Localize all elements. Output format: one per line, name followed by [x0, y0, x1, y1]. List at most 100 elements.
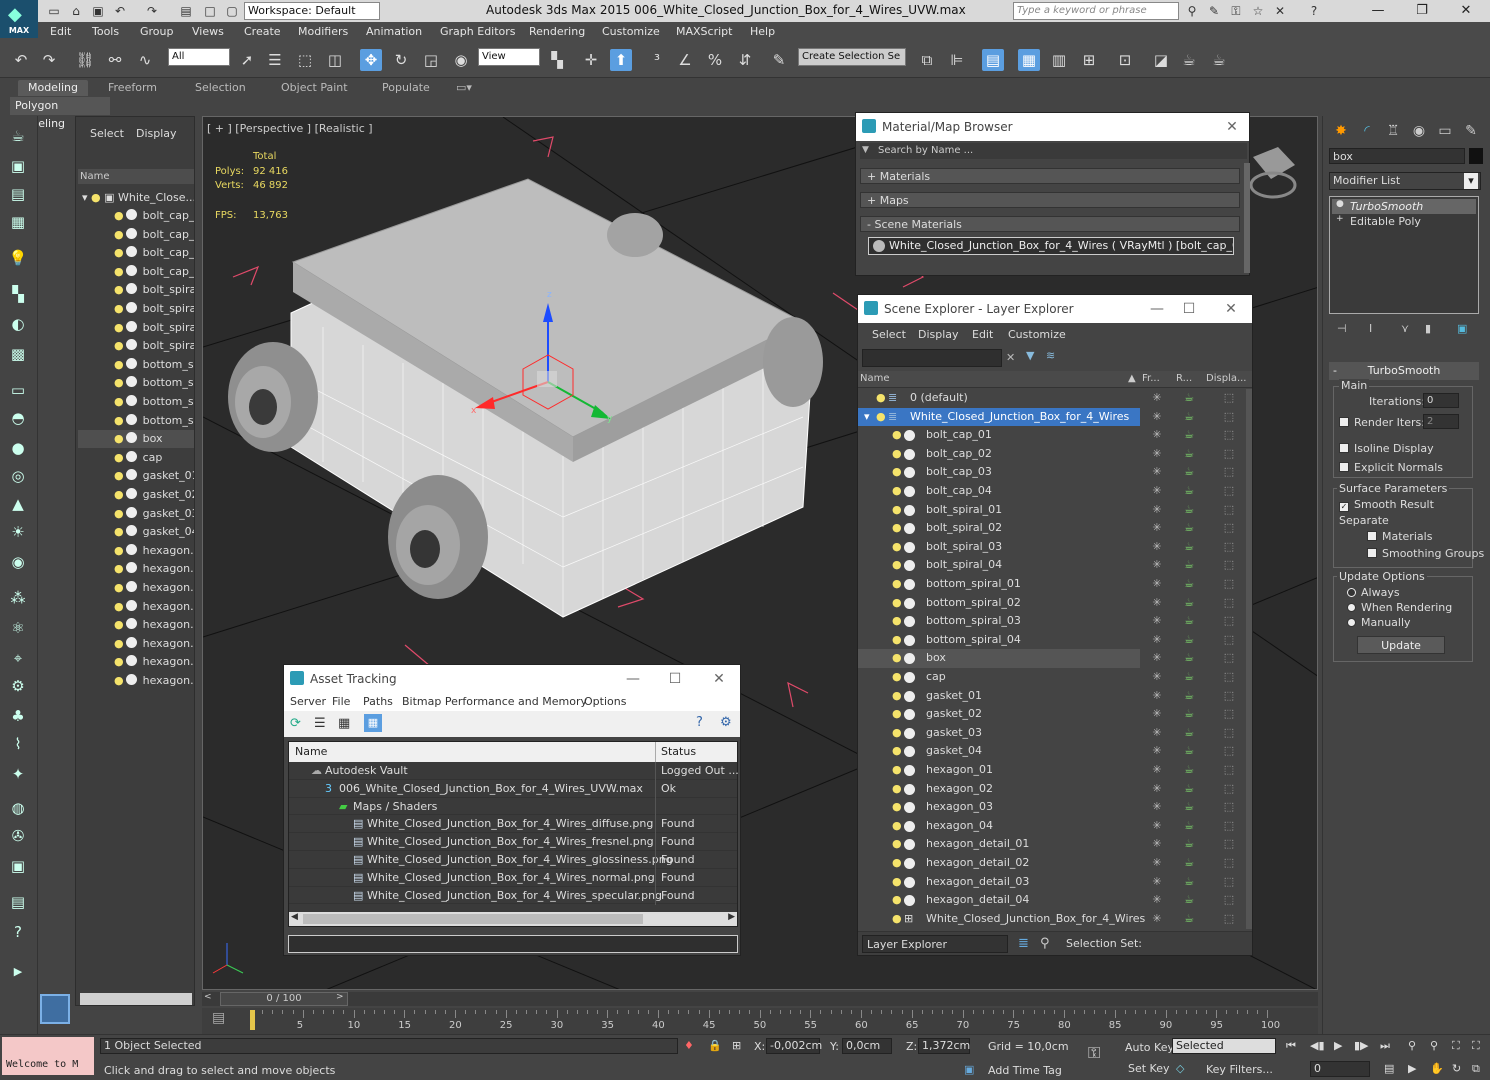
column-name-header[interactable]: Name — [860, 373, 890, 384]
help-search-input[interactable]: Type a keyword or phrase — [1013, 2, 1179, 20]
key-selection-dropdown[interactable]: Selected — [1172, 1038, 1276, 1054]
question-icon[interactable]: ? — [6, 920, 30, 944]
scene-explorer-menu-display[interactable]: Display — [918, 328, 959, 341]
viewport-label[interactable]: [ + ] [Perspective ] [Realistic ] — [207, 122, 373, 135]
binoculars-icon[interactable]: ⚲ — [1184, 3, 1200, 19]
light-bulb-icon[interactable]: ● — [892, 463, 902, 481]
light-bulb-icon[interactable]: ● — [114, 600, 124, 613]
go-to-end-icon[interactable]: ⏭ — [1380, 1039, 1390, 1053]
left-explorer-scrollbar[interactable] — [80, 993, 192, 1005]
pivot-center-icon[interactable]: ▚ — [546, 49, 568, 71]
light-bulb-icon[interactable]: ● — [114, 562, 124, 575]
freeze-toggle-icon[interactable]: ✳ — [1142, 426, 1172, 445]
percent-snap-icon[interactable]: % — [704, 49, 726, 71]
asset-row[interactable]: ☁ Autodesk Vault Logged Out ... — [289, 762, 739, 780]
light-bulb-icon[interactable]: ● — [114, 488, 124, 501]
window-crossing-icon[interactable]: ◫ — [324, 49, 346, 71]
left-explorer-item[interactable]: ●hexagon... — [78, 653, 194, 671]
material-browser-close-button[interactable]: ✕ — [1217, 113, 1247, 141]
left-explorer-item[interactable]: ●bottom_s... — [78, 393, 194, 411]
scene-explorer-object-row[interactable]: ● hexagon_01 — [858, 761, 1140, 780]
next-key-icon[interactable]: ▮▶ — [1354, 1039, 1369, 1052]
undo-quick-icon[interactable]: ↶ — [112, 3, 128, 19]
asset-row[interactable]: ▤ White_Closed_Junction_Box_for_4_Wires_n… — [289, 868, 737, 887]
prev-frame-icon[interactable]: < — [204, 992, 212, 1002]
scroll-left-icon[interactable]: ◀ — [291, 912, 298, 922]
freeze-toggle-icon[interactable]: ✳ — [1142, 724, 1172, 743]
light-bulb-icon[interactable]: ● — [114, 339, 124, 352]
collapse-arrow-icon[interactable]: ▾ — [864, 408, 870, 426]
renderable-teapot-icon[interactable]: ☕ — [1174, 817, 1204, 836]
light-bulb-icon[interactable]: ● — [114, 544, 124, 557]
renderable-teapot-icon[interactable]: ☕ — [1174, 761, 1204, 780]
graphite-ribbon-icon[interactable]: ▥ — [1048, 49, 1070, 71]
asset-help-icon[interactable]: ? — [696, 715, 703, 730]
scene-explorer-object-row[interactable]: ● hexagon_03 — [858, 798, 1140, 817]
show-end-result-icon[interactable]: Ⅰ — [1369, 322, 1372, 335]
foliage-icon[interactable]: ♣ — [6, 704, 30, 728]
light-bulb-icon[interactable]: ● — [892, 873, 902, 891]
asset-tracking-close-button[interactable]: ✕ — [704, 665, 734, 693]
renderable-teapot-icon[interactable]: ☕ — [1174, 501, 1204, 520]
light-bulb-icon[interactable]: ● — [114, 618, 124, 631]
menu-maxscript[interactable]: MAXScript — [676, 25, 732, 38]
left-explorer-item[interactable]: ●bolt_spira... — [78, 281, 194, 299]
asset-menu-file[interactable]: File — [332, 695, 350, 708]
auto-key-button[interactable]: Auto Key — [1125, 1041, 1174, 1054]
scene-explorer-object-row[interactable]: ● bolt_cap_04 — [858, 482, 1140, 501]
expand-arrow-icon[interactable]: ▶ — [6, 960, 30, 984]
light-bulb-icon[interactable]: ● — [114, 209, 124, 222]
scene-explorer-object-row[interactable]: ● hexagon_detail_01 — [858, 835, 1140, 854]
scene-explorer-object-row[interactable]: ● bolt_cap_01 — [858, 426, 1140, 445]
renderable-teapot-icon[interactable]: ☕ — [1174, 649, 1204, 668]
stack-item-turbosmooth[interactable]: TurboSmooth — [1332, 199, 1476, 214]
display-panel-icon[interactable]: ▭ — [1433, 120, 1457, 142]
left-explorer-item[interactable]: ●bolt_spira... — [78, 300, 194, 318]
display-box-icon[interactable]: ⬚ — [1214, 891, 1244, 910]
freeze-toggle-icon[interactable]: ✳ — [1142, 761, 1172, 780]
display-box-icon[interactable]: ⬚ — [1214, 389, 1244, 408]
material-browser-titlebar[interactable]: Material/Map Browser — [856, 113, 1249, 141]
select-by-name-icon[interactable]: ☰ — [264, 49, 286, 71]
orbit-icon[interactable]: ↻ — [1452, 1062, 1461, 1075]
ribbon-tab-object-paint[interactable]: Object Paint — [281, 81, 348, 94]
scene-explorer-close-button[interactable]: ✕ — [1216, 295, 1246, 323]
display-box-icon[interactable]: ⬚ — [1214, 705, 1244, 724]
menu-graph-editors[interactable]: Graph Editors — [440, 25, 516, 38]
light-bulb-icon[interactable]: ● — [892, 705, 902, 723]
angle-snap-icon[interactable]: ∠ — [674, 49, 696, 71]
separate-smoothing-groups-checkbox[interactable]: Smoothing Groups — [1367, 547, 1484, 560]
left-explorer-item[interactable]: ●bolt_cap_0 — [78, 263, 194, 281]
light-bulb-icon[interactable]: ● — [892, 519, 902, 537]
renderable-teapot-icon[interactable]: ☕ — [1174, 780, 1204, 799]
zoom-extents-icon[interactable]: ⛶ — [1452, 1039, 1460, 1053]
left-explorer-item[interactable]: ●hexagon... — [78, 560, 194, 578]
freeze-toggle-icon[interactable]: ✳ — [1142, 519, 1172, 538]
z-coord-field[interactable]: 1,372cm — [918, 1038, 970, 1054]
ribbon-tab-populate[interactable]: Populate — [382, 81, 430, 94]
display-box-icon[interactable]: ⬚ — [1214, 854, 1244, 873]
collapse-minus-icon[interactable]: - — [1333, 364, 1337, 377]
window-icon[interactable]: □ — [202, 3, 218, 19]
explicit-normals-checkbox[interactable]: Explicit Normals — [1339, 461, 1443, 474]
freeze-toggle-icon[interactable]: ✳ — [1142, 445, 1172, 464]
scene-explorer-object-row[interactable]: ● gasket_01 — [858, 687, 1140, 706]
sphere-icon[interactable]: ● — [6, 436, 30, 460]
track-bar[interactable]: ▤ 5 10 15 20 25 30 35 40 45 50 55 60 65 70 75 80 85 90 95 1… — [202, 1008, 1318, 1034]
freeze-toggle-icon[interactable]: ✳ — [1142, 575, 1172, 594]
display-box-icon[interactable]: ⬚ — [1214, 668, 1244, 687]
asset-tracking-minimize-button[interactable]: — — [618, 665, 648, 693]
light-bulb-icon[interactable]: ● — [114, 246, 124, 259]
renderable-teapot-icon[interactable]: ☕ — [1174, 408, 1204, 427]
light-bulb-icon[interactable]: ● — [892, 687, 902, 705]
add-time-tag-label[interactable]: Add Time Tag — [988, 1064, 1062, 1077]
renderable-teapot-icon[interactable]: ☕ — [1174, 463, 1204, 482]
make-unique-icon[interactable]: ⋎ — [1401, 322, 1409, 335]
teapot-icon[interactable]: ☕ — [6, 124, 30, 148]
x-coord-field[interactable]: -0,002cm — [766, 1038, 822, 1054]
scene-states-icon[interactable]: ▣ — [6, 854, 30, 878]
left-explorer-item[interactable]: ●bolt_cap_0 — [78, 207, 194, 225]
iterations-spinner[interactable]: 0 — [1423, 393, 1459, 408]
renderable-teapot-icon[interactable]: ☕ — [1174, 705, 1204, 724]
scene-explorer-object-row[interactable]: ● bolt_spiral_03 — [858, 538, 1140, 557]
